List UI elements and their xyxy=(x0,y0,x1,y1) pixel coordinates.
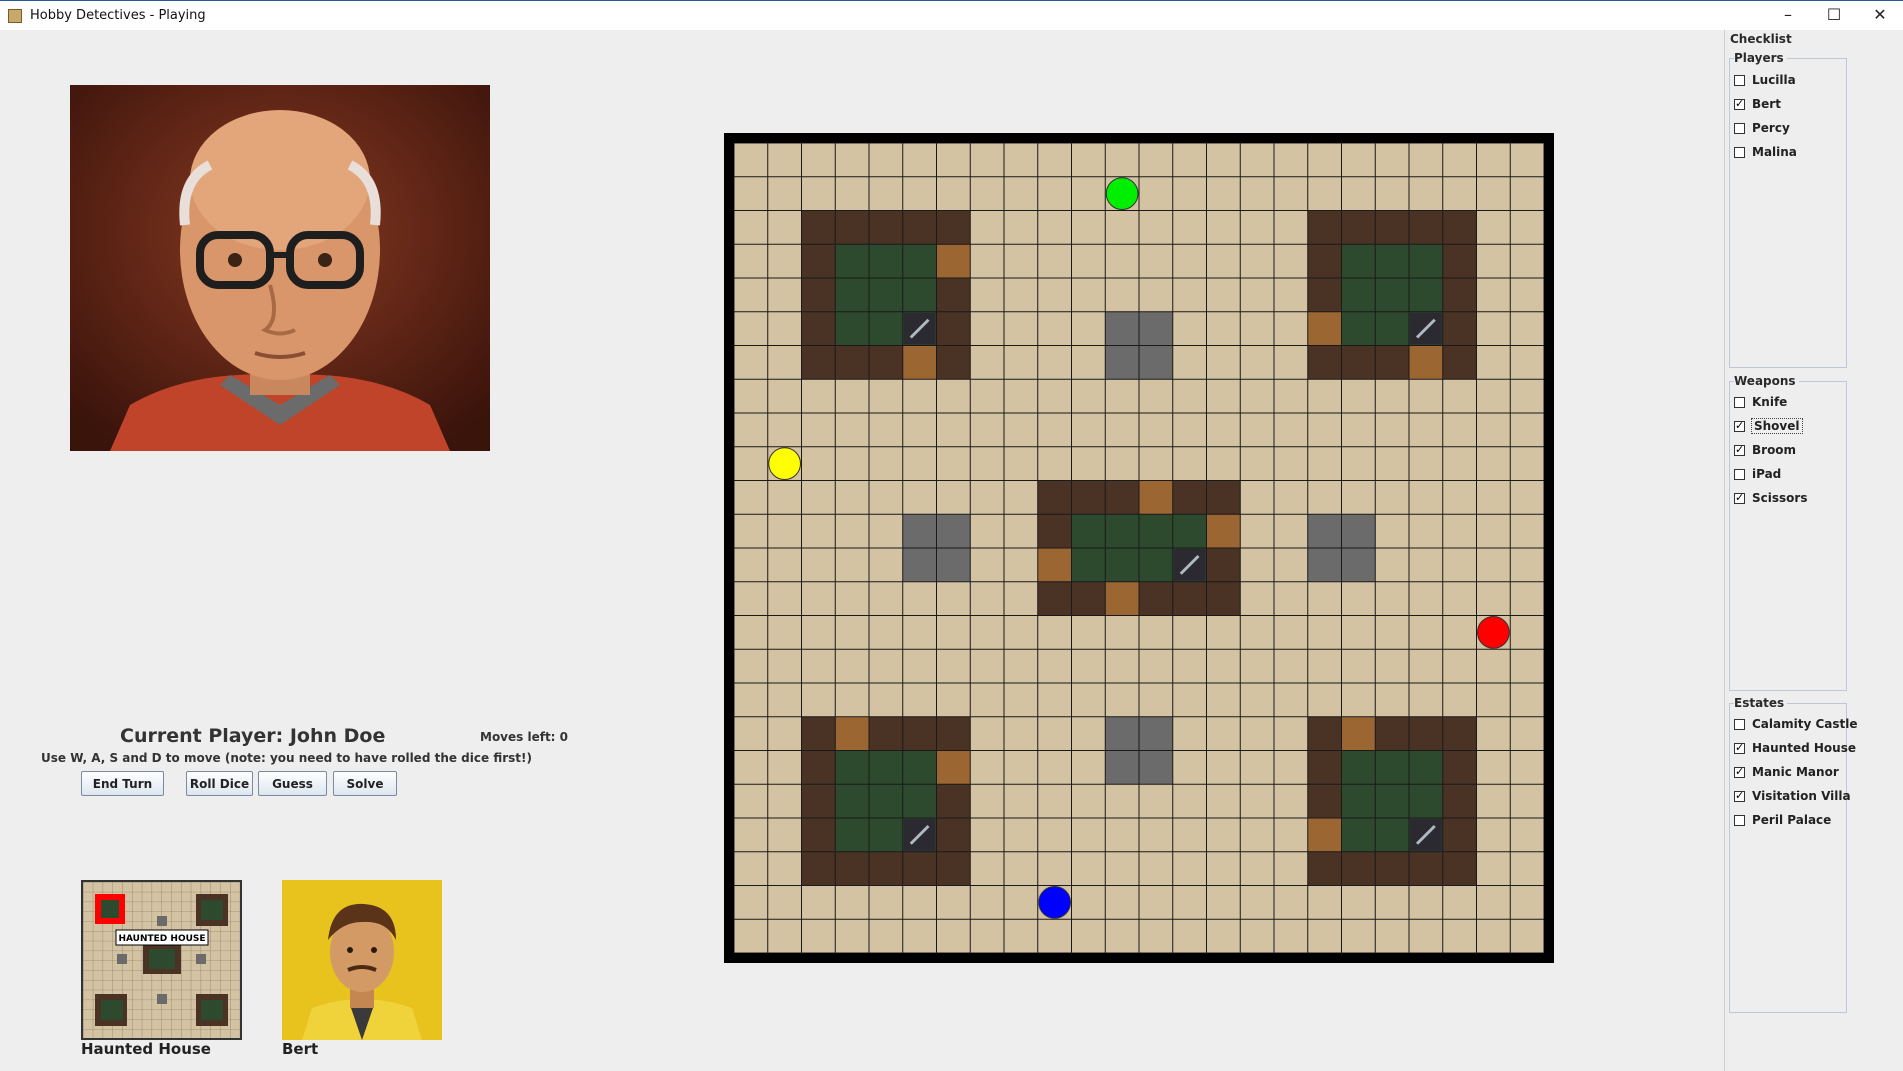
checklist-item-scissors[interactable]: Scissors xyxy=(1734,488,1807,508)
player-token-green xyxy=(1105,177,1139,210)
estate-door xyxy=(1037,548,1072,582)
checklist-title: Checklist xyxy=(1730,32,1792,46)
checkbox[interactable] xyxy=(1734,468,1745,480)
checklist-item-label: Haunted House xyxy=(1752,741,1856,755)
app-icon xyxy=(8,9,22,23)
checklist-item-label: Bert xyxy=(1752,97,1781,111)
players-group-title: Players xyxy=(1734,51,1787,65)
character-card-name: Bert xyxy=(282,1040,319,1058)
player-token-red xyxy=(1477,616,1510,649)
checklist-item-ipad[interactable]: iPad xyxy=(1734,464,1781,484)
checklist-item-label: Lucilla xyxy=(1752,73,1796,87)
checkbox[interactable] xyxy=(1734,396,1745,408)
checklist-item-label: Manic Manor xyxy=(1752,765,1839,779)
minimize-button[interactable]: – xyxy=(1765,1,1811,31)
checkbox[interactable] xyxy=(1734,491,1745,504)
checkbox[interactable] xyxy=(1734,97,1745,110)
board-grid[interactable] xyxy=(734,143,1544,953)
checklist-item-lucilla[interactable]: Lucilla xyxy=(1734,70,1796,90)
checklist-item-label: Broom xyxy=(1752,443,1797,457)
game-board[interactable] xyxy=(724,133,1554,963)
checklist-item-haunted-house[interactable]: Haunted House xyxy=(1734,738,1856,758)
estate-door xyxy=(1206,514,1241,548)
broom-icon xyxy=(903,312,936,345)
checklist-item-calamity-castle[interactable]: Calamity Castle xyxy=(1734,714,1858,734)
scissors-icon xyxy=(1173,549,1206,581)
estate-door xyxy=(1307,818,1342,852)
close-button[interactable]: ✕ xyxy=(1857,1,1903,31)
checkbox[interactable] xyxy=(1734,765,1745,778)
checklist-item-label: Scissors xyxy=(1752,491,1808,505)
weapons-group-title: Weapons xyxy=(1734,374,1799,388)
estates-group-title: Estates xyxy=(1734,696,1788,710)
checklist-item-percy[interactable]: Percy xyxy=(1734,118,1790,138)
checklist-item-label: Percy xyxy=(1752,121,1790,135)
estate-door xyxy=(1307,311,1342,346)
checkbox[interactable] xyxy=(1734,419,1745,432)
player-token-blue xyxy=(1038,886,1071,919)
estate-door xyxy=(1105,581,1139,616)
estate-card-map-label: HAUNTED HOUSE xyxy=(118,934,205,944)
end-turn-button[interactable]: End Turn xyxy=(81,771,164,796)
title-bar: Hobby Detectives - Playing – ☐ ✕ xyxy=(0,0,1903,30)
roll-dice-button[interactable]: Roll Dice xyxy=(186,771,253,796)
checklist-item-peril-palace[interactable]: Peril Palace xyxy=(1734,810,1831,830)
checklist-item-label: Knife xyxy=(1752,395,1788,409)
checkbox[interactable] xyxy=(1734,741,1745,754)
checklist-item-label: iPad xyxy=(1752,467,1782,481)
checkbox[interactable] xyxy=(1734,146,1745,158)
checklist-item-broom[interactable]: Broom xyxy=(1734,440,1796,460)
checklist-item-bert[interactable]: Bert xyxy=(1734,94,1781,114)
checklist-item-label: Visitation Villa xyxy=(1752,789,1851,803)
checkbox[interactable] xyxy=(1734,443,1745,456)
estate-door xyxy=(936,244,971,278)
checklist-item-shovel[interactable]: Shovel xyxy=(1734,416,1803,436)
estate-door xyxy=(936,750,971,785)
shovel-icon xyxy=(1410,819,1442,851)
maximize-button[interactable]: ☐ xyxy=(1811,1,1857,31)
checklist-item-label: Malina xyxy=(1752,145,1797,159)
checklist-item-label: Shovel xyxy=(1751,418,1803,434)
maximize-icon: ☐ xyxy=(1826,5,1842,24)
ipad-icon xyxy=(1410,312,1442,345)
estate-door xyxy=(1341,716,1376,751)
instructions-text: Use W, A, S and D to move (note: you nee… xyxy=(41,751,532,765)
checklist-item-manic-manor[interactable]: Manic Manor xyxy=(1734,762,1839,782)
moves-left-label: Moves left: 0 xyxy=(480,730,569,744)
checklist-item-visitation-villa[interactable]: Visitation Villa xyxy=(1734,786,1851,806)
checkbox[interactable] xyxy=(1734,814,1745,826)
knife-icon xyxy=(903,819,936,851)
current-player-portrait xyxy=(70,85,490,451)
estate-door xyxy=(902,345,937,380)
checklist-item-malina[interactable]: Malina xyxy=(1734,142,1797,162)
estate-door xyxy=(835,716,869,751)
checklist-item-knife[interactable]: Knife xyxy=(1734,392,1787,412)
character-card[interactable] xyxy=(282,880,442,1040)
window-title: Hobby Detectives - Playing xyxy=(30,8,206,23)
current-player-label: Current Player: John Doe xyxy=(120,725,386,747)
estate-door xyxy=(1139,480,1173,515)
guess-button[interactable]: Guess xyxy=(258,771,327,796)
checkbox[interactable] xyxy=(1734,718,1745,730)
estate-door xyxy=(1409,345,1443,380)
player-token-yellow xyxy=(768,447,801,480)
checkbox[interactable] xyxy=(1734,122,1745,134)
checkbox[interactable] xyxy=(1734,74,1745,86)
minimize-icon: – xyxy=(1784,5,1792,24)
checkbox[interactable] xyxy=(1734,789,1745,802)
estate-card-name: Haunted House xyxy=(81,1040,211,1058)
close-icon: ✕ xyxy=(1873,5,1887,24)
checklist-item-label: Peril Palace xyxy=(1752,813,1832,827)
estate-card[interactable]: HAUNTED HOUSE xyxy=(81,880,242,1040)
solve-button[interactable]: Solve xyxy=(333,771,397,796)
checklist-item-label: Calamity Castle xyxy=(1752,717,1858,731)
